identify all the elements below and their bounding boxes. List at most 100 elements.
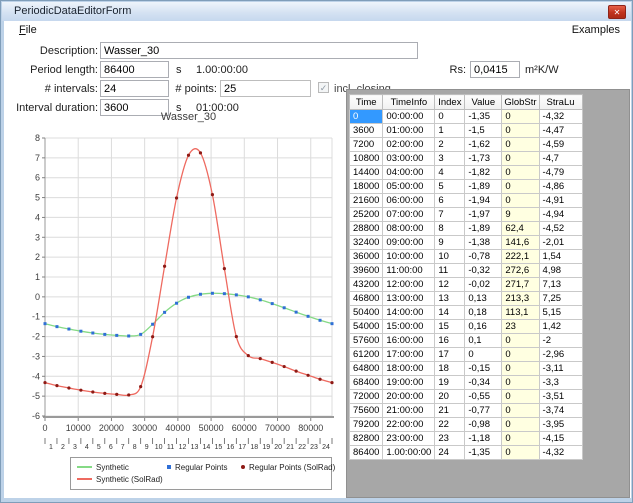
- grid-cell[interactable]: 32400: [350, 236, 383, 250]
- grid-cell[interactable]: -0,77: [465, 404, 502, 418]
- close-button[interactable]: ✕: [608, 5, 626, 19]
- grid-cell[interactable]: 0,1: [465, 334, 502, 348]
- grid-cell[interactable]: 36000: [350, 250, 383, 264]
- grid-cell[interactable]: -4,59: [539, 138, 582, 152]
- grid-cell[interactable]: 0,18: [465, 306, 502, 320]
- grid-cell[interactable]: 1: [435, 124, 465, 138]
- grid-cell[interactable]: 12:00:00: [383, 278, 435, 292]
- grid-cell[interactable]: 0: [502, 194, 539, 208]
- grid-cell[interactable]: -4,32: [539, 110, 582, 124]
- grid-cell[interactable]: 4,98: [539, 264, 582, 278]
- grid-cell[interactable]: 11:00:00: [383, 264, 435, 278]
- grid-cell[interactable]: 14400: [350, 166, 383, 180]
- grid-cell[interactable]: 18000: [350, 180, 383, 194]
- grid-cell[interactable]: 0: [502, 446, 539, 460]
- grid-cell[interactable]: 17:00:00: [383, 348, 435, 362]
- grid-cell[interactable]: -1,62: [465, 138, 502, 152]
- grid-cell[interactable]: 21: [435, 404, 465, 418]
- grid-cell[interactable]: 271,7: [502, 278, 539, 292]
- grid-cell[interactable]: 18: [435, 362, 465, 376]
- grid-cell[interactable]: 03:00:00: [383, 152, 435, 166]
- grid-cell[interactable]: 0: [502, 418, 539, 432]
- grid-cell[interactable]: 0: [502, 432, 539, 446]
- grid-cell[interactable]: 141,6: [502, 236, 539, 250]
- grid-cell[interactable]: 11: [435, 264, 465, 278]
- grid-cell[interactable]: -0,98: [465, 418, 502, 432]
- grid-cell[interactable]: -1,94: [465, 194, 502, 208]
- grid-cell[interactable]: 22:00:00: [383, 418, 435, 432]
- grid-cell[interactable]: 07:00:00: [383, 208, 435, 222]
- grid-cell[interactable]: 0: [502, 152, 539, 166]
- grid-cell[interactable]: 113,1: [502, 306, 539, 320]
- grid-cell[interactable]: 20: [435, 390, 465, 404]
- grid-cell[interactable]: -1,18: [465, 432, 502, 446]
- grid-cell[interactable]: -0,02: [465, 278, 502, 292]
- grid-cell[interactable]: 16: [435, 334, 465, 348]
- grid-cell[interactable]: 22: [435, 418, 465, 432]
- grid-cell[interactable]: -4,79: [539, 166, 582, 180]
- grid-cell[interactable]: 01:00:00: [383, 124, 435, 138]
- description-input[interactable]: [100, 42, 418, 59]
- grid-cell[interactable]: 15:00:00: [383, 320, 435, 334]
- grid-cell[interactable]: 0: [502, 110, 539, 124]
- grid-cell[interactable]: -1,97: [465, 208, 502, 222]
- grid-col-header[interactable]: GlobStr: [502, 95, 539, 110]
- grid-cell[interactable]: 50400: [350, 306, 383, 320]
- grid-cell[interactable]: -1,35: [465, 446, 502, 460]
- grid-cell[interactable]: -4,15: [539, 432, 582, 446]
- grid-cell[interactable]: 5,15: [539, 306, 582, 320]
- grid-cell[interactable]: 1,54: [539, 250, 582, 264]
- grid-cell[interactable]: -4,47: [539, 124, 582, 138]
- grid-cell[interactable]: -0,34: [465, 376, 502, 390]
- grid-cell[interactable]: 09:00:00: [383, 236, 435, 250]
- grid-cell[interactable]: 13:00:00: [383, 292, 435, 306]
- grid-cell[interactable]: -4,86: [539, 180, 582, 194]
- grid-cell[interactable]: 54000: [350, 320, 383, 334]
- grid-cell[interactable]: 13: [435, 292, 465, 306]
- grid-cell[interactable]: 04:00:00: [383, 166, 435, 180]
- grid-cell[interactable]: 9: [435, 236, 465, 250]
- grid-cell[interactable]: 7,13: [539, 278, 582, 292]
- grid-cell[interactable]: 23:00:00: [383, 432, 435, 446]
- menu-file[interactable]: File: [14, 23, 42, 37]
- grid-cell[interactable]: -0,78: [465, 250, 502, 264]
- grid-cell[interactable]: 3600: [350, 124, 383, 138]
- grid-cell[interactable]: 21:00:00: [383, 404, 435, 418]
- grid-cell[interactable]: -0,32: [465, 264, 502, 278]
- grid-cell[interactable]: 7: [435, 208, 465, 222]
- grid-cell[interactable]: -1,73: [465, 152, 502, 166]
- grid-cell[interactable]: 21600: [350, 194, 383, 208]
- rs-input[interactable]: [470, 61, 520, 78]
- grid-cell[interactable]: 02:00:00: [383, 138, 435, 152]
- grid-cell[interactable]: 28800: [350, 222, 383, 236]
- grid-cell[interactable]: 0: [502, 166, 539, 180]
- grid-cell[interactable]: 0: [465, 348, 502, 362]
- period-length-input[interactable]: [100, 61, 169, 78]
- grid-cell[interactable]: -1,82: [465, 166, 502, 180]
- grid-cell[interactable]: 75600: [350, 404, 383, 418]
- grid-cell[interactable]: -4,32: [539, 446, 582, 460]
- grid-cell[interactable]: 8: [435, 222, 465, 236]
- grid-cell[interactable]: 39600: [350, 264, 383, 278]
- grid-col-header[interactable]: Index: [435, 95, 465, 110]
- grid-cell[interactable]: 0: [350, 110, 383, 124]
- grid-cell[interactable]: 10: [435, 250, 465, 264]
- grid-col-header[interactable]: Value: [465, 95, 502, 110]
- grid-col-header[interactable]: TimeInfo: [383, 95, 435, 110]
- grid-cell[interactable]: 0: [502, 376, 539, 390]
- grid-cell[interactable]: 19:00:00: [383, 376, 435, 390]
- grid-cell[interactable]: 61200: [350, 348, 383, 362]
- grid-cell[interactable]: 0: [502, 390, 539, 404]
- grid-cell[interactable]: 14: [435, 306, 465, 320]
- grid-cell[interactable]: 18:00:00: [383, 362, 435, 376]
- grid-cell[interactable]: 3: [435, 152, 465, 166]
- grid-cell[interactable]: 0: [502, 180, 539, 194]
- grid-cell[interactable]: 62,4: [502, 222, 539, 236]
- grid-cell[interactable]: -3,74: [539, 404, 582, 418]
- grid-cell[interactable]: 0: [435, 110, 465, 124]
- grid-cell[interactable]: -1,35: [465, 110, 502, 124]
- grid-cell[interactable]: 213,3: [502, 292, 539, 306]
- grid-cell[interactable]: 1,42: [539, 320, 582, 334]
- grid-cell[interactable]: 08:00:00: [383, 222, 435, 236]
- grid-cell[interactable]: 0,16: [465, 320, 502, 334]
